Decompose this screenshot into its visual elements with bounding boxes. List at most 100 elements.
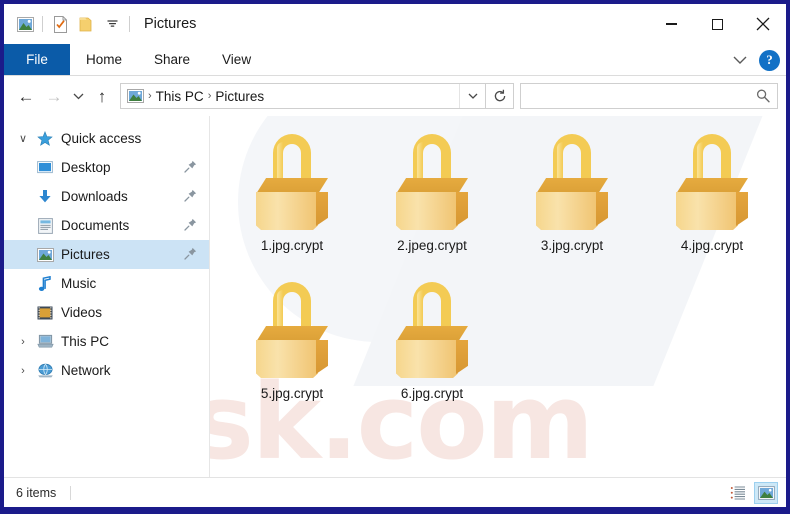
chevron-down-icon xyxy=(73,93,83,99)
search-box[interactable] xyxy=(520,83,778,109)
item-count-label: 6 items xyxy=(16,485,57,500)
window-menu-icon[interactable] xyxy=(12,11,38,37)
sidebar-item-desktop[interactable]: Desktop xyxy=(4,153,209,182)
new-folder-icon[interactable] xyxy=(73,11,99,37)
sidebar-item-label: Downloads xyxy=(61,189,128,204)
breadcrumb-item-pictures[interactable]: Pictures xyxy=(215,89,264,104)
tab-file[interactable]: File xyxy=(4,44,70,75)
sidebar-item-videos[interactable]: Videos xyxy=(4,298,209,327)
file-name-label: 3.jpg.crypt xyxy=(540,238,604,253)
status-separator xyxy=(70,485,72,500)
expand-ribbon-chevron-down-icon[interactable] xyxy=(729,49,751,71)
sidebar-item-label: Music xyxy=(61,276,97,291)
file-item[interactable]: 5.jpg.crypt xyxy=(222,276,362,424)
customize-qat-chevron-down-icon[interactable] xyxy=(99,11,125,37)
breadcrumb-separator-2: › xyxy=(207,90,212,102)
videos-icon xyxy=(34,306,56,320)
sidebar-item-label: This PC xyxy=(61,334,110,349)
documents-icon xyxy=(34,217,56,234)
forward-arrow-icon: → xyxy=(45,86,63,106)
padlock-icon xyxy=(674,132,750,230)
pin-icon[interactable] xyxy=(184,218,197,234)
expander-chevron-right-icon[interactable]: › xyxy=(12,365,34,377)
tab-view[interactable]: View xyxy=(206,44,267,75)
recent-locations-button[interactable] xyxy=(68,82,88,110)
file-grid: 1.jpg.crypt 2.jpeg.crypt 3.jpg.crypt 4.j… xyxy=(210,116,786,424)
quick-access-toolbar xyxy=(4,11,134,37)
sidebar-item-network[interactable]: › Network xyxy=(4,356,209,385)
tab-home[interactable]: Home xyxy=(70,44,138,75)
pictures-icon xyxy=(127,89,144,103)
tab-share[interactable]: Share xyxy=(138,44,206,75)
sidebar-item-this-pc[interactable]: › This PC xyxy=(4,327,209,356)
expander-chevron-right-icon[interactable]: › xyxy=(12,336,34,348)
window-controls xyxy=(648,4,786,44)
padlock-icon xyxy=(394,280,470,378)
file-name-label: 1.jpg.crypt xyxy=(260,238,324,253)
file-item[interactable]: 1.jpg.crypt xyxy=(222,128,362,276)
up-button[interactable]: ↑ xyxy=(88,82,116,110)
qat-separator-1 xyxy=(42,16,43,32)
properties-icon[interactable] xyxy=(47,11,73,37)
file-item[interactable]: 3.jpg.crypt xyxy=(502,128,642,276)
sidebar-item-documents[interactable]: Documents xyxy=(4,211,209,240)
explorer-window: Pictures File Home Share View ? ← → ↑ › … xyxy=(4,4,786,507)
large-icons-view-button[interactable] xyxy=(754,481,778,504)
file-item[interactable]: 6.jpg.crypt xyxy=(362,276,502,424)
maximize-icon xyxy=(711,18,723,30)
file-name-label: 4.jpg.crypt xyxy=(680,238,744,253)
breadcrumb[interactable]: › This PC › Pictures xyxy=(121,89,459,104)
sidebar-item-label: Network xyxy=(61,363,111,378)
breadcrumb-item-this-pc[interactable]: This PC xyxy=(156,89,204,104)
back-button[interactable]: ← xyxy=(12,82,40,110)
screen: Pictures File Home Share View ? ← → ↑ › … xyxy=(0,0,790,514)
refresh-button[interactable] xyxy=(486,83,514,109)
desktop-icon xyxy=(34,160,56,175)
ribbon-right-controls: ? xyxy=(729,44,780,76)
file-item[interactable]: 2.jpeg.crypt xyxy=(362,128,502,276)
padlock-icon xyxy=(534,132,610,230)
downloads-icon xyxy=(34,189,56,205)
sidebar-item-label: Documents xyxy=(61,218,130,233)
search-input[interactable] xyxy=(521,88,749,104)
sidebar-item-label: Quick access xyxy=(61,131,142,146)
status-bar: 6 items xyxy=(4,477,786,507)
search-button[interactable] xyxy=(749,84,777,108)
up-arrow-icon: ↑ xyxy=(97,86,107,106)
pin-icon[interactable] xyxy=(184,189,197,205)
pin-icon[interactable] xyxy=(184,160,197,176)
title-bar: Pictures xyxy=(4,4,786,44)
sidebar-item-label: Desktop xyxy=(61,160,111,175)
window-body: ∨ Quick access Desktop Downloads Documen… xyxy=(4,116,786,477)
close-button[interactable] xyxy=(740,4,786,44)
minimize-button[interactable] xyxy=(648,4,694,44)
qat-separator-2 xyxy=(129,16,130,32)
sidebar-item-downloads[interactable]: Downloads xyxy=(4,182,209,211)
details-view-button[interactable] xyxy=(726,482,750,504)
ribbon-tab-strip: File Home Share View ? xyxy=(4,44,786,76)
navigation-pane: ∨ Quick access Desktop Downloads Documen… xyxy=(4,116,210,477)
help-button[interactable]: ? xyxy=(759,49,780,71)
file-list-view[interactable]: sk.com 1.jpg.crypt 2.jpeg.crypt 3.jpg.cr… xyxy=(210,116,786,477)
sidebar-item-quick-access[interactable]: ∨ Quick access xyxy=(4,124,209,153)
forward-button[interactable]: → xyxy=(40,82,68,110)
file-name-label: 6.jpg.crypt xyxy=(400,386,464,401)
search-icon xyxy=(756,89,770,103)
pin-icon[interactable] xyxy=(184,247,197,263)
sidebar-item-music[interactable]: Music xyxy=(4,269,209,298)
file-item[interactable]: 4.jpg.crypt xyxy=(642,128,782,276)
window-title: Pictures xyxy=(144,16,197,32)
network-icon xyxy=(34,363,56,378)
sidebar-item-label: Pictures xyxy=(61,247,110,262)
sidebar-item-pictures[interactable]: Pictures xyxy=(4,240,209,269)
address-dropdown-button[interactable] xyxy=(459,84,485,108)
refresh-icon xyxy=(494,89,505,102)
address-box[interactable]: › This PC › Pictures xyxy=(120,83,486,109)
file-name-label: 2.jpeg.crypt xyxy=(397,238,467,253)
padlock-icon xyxy=(254,280,330,378)
expander-chevron-down-icon[interactable]: ∨ xyxy=(12,132,34,145)
music-icon xyxy=(34,275,56,292)
maximize-button[interactable] xyxy=(694,4,740,44)
breadcrumb-separator-1: › xyxy=(148,90,152,102)
padlock-icon xyxy=(394,132,470,230)
